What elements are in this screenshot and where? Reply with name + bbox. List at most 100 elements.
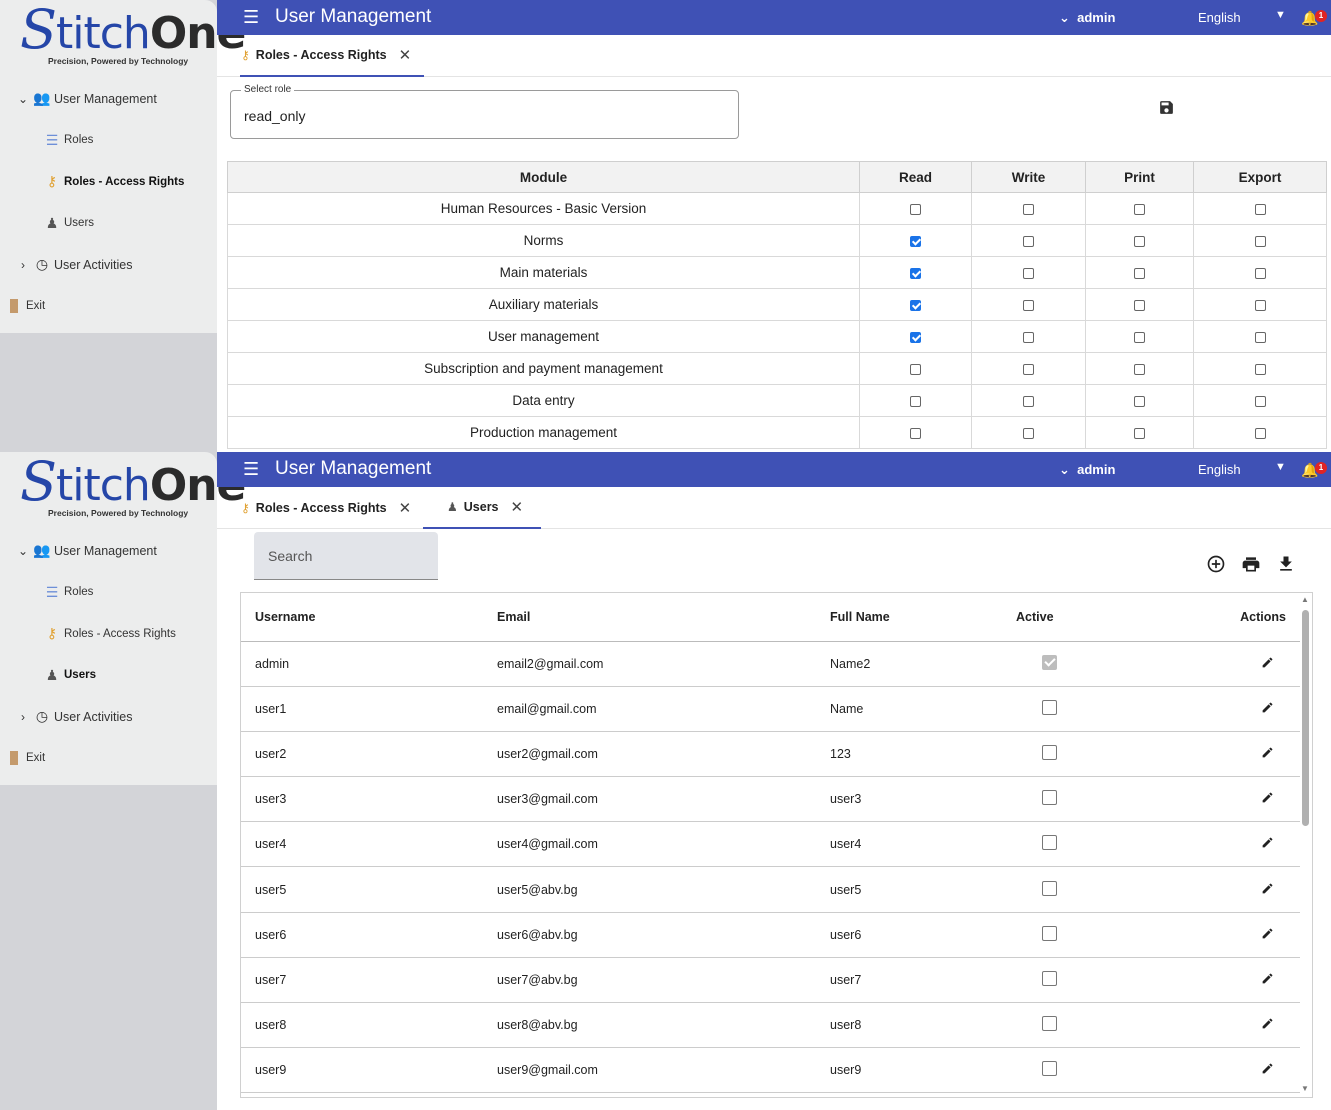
edit-icon[interactable] — [1261, 1017, 1274, 1030]
active-checkbox[interactable] — [1042, 790, 1057, 806]
tab-roles-access-rights[interactable]: ⚷ Roles - Access Rights ✕ — [240, 487, 424, 529]
user-menu[interactable]: ⌄ admin — [1059, 10, 1115, 26]
active-checkbox[interactable] — [1042, 970, 1057, 986]
scroll-down-icon[interactable]: ▼ — [1301, 1084, 1309, 1093]
sidebar-group-user-activities[interactable]: › ◷ User Activities — [0, 244, 217, 286]
print-checkbox[interactable] — [1134, 267, 1145, 279]
export-checkbox[interactable] — [1254, 203, 1266, 215]
read-checkbox[interactable] — [910, 395, 921, 407]
edit-icon[interactable] — [1261, 746, 1274, 759]
sidebar-item-users[interactable]: ♟ Users — [0, 655, 217, 697]
read-checkbox[interactable] — [910, 299, 921, 311]
language-select[interactable]: English — [1198, 10, 1241, 25]
role-select[interactable]: Select role read_only — [230, 84, 739, 139]
edit-icon[interactable] — [1261, 656, 1274, 669]
write-checkbox[interactable] — [1023, 395, 1034, 407]
edit-icon[interactable] — [1261, 882, 1274, 895]
table-row[interactable]: user5 user5@abv.bg user5 — [241, 866, 1300, 913]
read-checkbox[interactable] — [910, 427, 921, 439]
active-checkbox[interactable] — [1042, 654, 1057, 670]
sidebar-item-exit[interactable]: Exit — [0, 286, 217, 328]
write-checkbox[interactable] — [1023, 235, 1034, 247]
edit-icon[interactable] — [1261, 972, 1274, 985]
active-checkbox[interactable] — [1042, 744, 1057, 760]
write-checkbox[interactable] — [1023, 331, 1034, 343]
download-icon[interactable] — [1276, 554, 1296, 574]
table-row[interactable]: user4 user4@gmail.com user4 — [241, 821, 1300, 868]
table-row[interactable]: user6 user6@abv.bg user6 — [241, 912, 1300, 958]
tab-roles-access-rights[interactable]: ⚷ Roles - Access Rights ✕ — [240, 35, 424, 77]
read-checkbox[interactable] — [910, 267, 921, 279]
export-checkbox[interactable] — [1254, 427, 1266, 439]
edit-icon[interactable] — [1261, 927, 1274, 940]
caret-down-icon[interactable]: ▼ — [1275, 461, 1286, 473]
edit-icon[interactable] — [1261, 1062, 1274, 1075]
print-cell — [1085, 288, 1194, 321]
write-checkbox[interactable] — [1023, 427, 1034, 439]
active-checkbox[interactable] — [1042, 880, 1057, 896]
export-checkbox[interactable] — [1254, 331, 1266, 343]
close-icon[interactable]: ✕ — [399, 46, 412, 64]
language-select[interactable]: English — [1198, 462, 1241, 477]
active-checkbox[interactable] — [1042, 835, 1057, 851]
read-checkbox[interactable] — [910, 235, 921, 247]
close-icon[interactable]: ✕ — [399, 499, 412, 517]
export-checkbox[interactable] — [1254, 363, 1266, 375]
print-checkbox[interactable] — [1134, 331, 1145, 343]
write-checkbox[interactable] — [1023, 363, 1034, 375]
print-checkbox[interactable] — [1134, 427, 1145, 439]
table-row[interactable]: user2 user2@gmail.com 123 — [241, 731, 1300, 778]
sidebar-item-roles[interactable]: ☰ Roles — [0, 572, 217, 614]
sidebar-group-user-management[interactable]: ⌄ 👥 User Management — [0, 78, 217, 120]
menu-icon[interactable]: ☰ — [243, 459, 259, 480]
read-checkbox[interactable] — [910, 331, 921, 343]
write-checkbox[interactable] — [1023, 203, 1034, 215]
table-row[interactable]: user3 user3@gmail.com user3 — [241, 776, 1300, 823]
sidebar-item-roles[interactable]: ☰ Roles — [0, 120, 217, 162]
export-checkbox[interactable] — [1254, 267, 1266, 279]
active-checkbox[interactable] — [1042, 925, 1057, 941]
close-icon[interactable]: ✕ — [511, 498, 524, 516]
print-checkbox[interactable] — [1134, 203, 1145, 215]
edit-icon[interactable] — [1261, 836, 1274, 849]
active-checkbox[interactable] — [1042, 699, 1057, 715]
tab-users[interactable]: ♟ Users ✕ — [423, 487, 541, 529]
table-row[interactable]: user8 user8@abv.bg user8 — [241, 1002, 1300, 1049]
sidebar-item-roles-access-rights[interactable]: ⚷ Roles - Access Rights — [0, 161, 217, 203]
sidebar-item-roles-access-rights[interactable]: ⚷ Roles - Access Rights — [0, 613, 217, 655]
print-checkbox[interactable] — [1134, 363, 1145, 375]
caret-down-icon[interactable]: ▼ — [1275, 9, 1286, 21]
edit-icon[interactable] — [1261, 791, 1274, 804]
sidebar-group-user-activities[interactable]: › ◷ User Activities — [0, 696, 217, 738]
edit-icon[interactable] — [1261, 701, 1274, 714]
scrollbar[interactable]: ▲ ▼ — [1298, 592, 1313, 1098]
add-circle-icon[interactable] — [1206, 554, 1226, 574]
print-checkbox[interactable] — [1134, 395, 1145, 407]
search-input[interactable]: Search — [254, 532, 438, 580]
table-row[interactable]: user9 user9@gmail.com user9 — [241, 1047, 1300, 1094]
scrollbar-thumb[interactable] — [1302, 610, 1309, 826]
print-checkbox[interactable] — [1134, 235, 1145, 247]
sidebar-group-user-management[interactable]: ⌄ 👥 User Management — [0, 530, 217, 572]
print-icon[interactable] — [1241, 554, 1261, 574]
table-row[interactable]: user1 email@gmail.com Name — [241, 686, 1300, 732]
table-row[interactable]: user7 user7@abv.bg user7 — [241, 957, 1300, 1004]
sidebar-item-users[interactable]: ♟ Users — [0, 203, 217, 245]
active-checkbox[interactable] — [1042, 1016, 1057, 1032]
sidebar-item-exit[interactable]: Exit — [0, 738, 217, 780]
export-checkbox[interactable] — [1254, 395, 1266, 407]
table-row[interactable]: admin email2@gmail.com Name2 — [241, 641, 1300, 687]
menu-icon[interactable]: ☰ — [243, 7, 259, 28]
read-checkbox[interactable] — [910, 363, 921, 375]
active-checkbox[interactable] — [1042, 1061, 1057, 1077]
write-checkbox[interactable] — [1023, 299, 1034, 311]
write-checkbox[interactable] — [1023, 267, 1034, 279]
key-icon: ⚷ — [46, 173, 58, 190]
export-checkbox[interactable] — [1254, 235, 1266, 247]
save-icon[interactable] — [1158, 99, 1175, 116]
user-menu[interactable]: ⌄ admin — [1059, 462, 1115, 478]
read-checkbox[interactable] — [910, 203, 921, 215]
scroll-up-icon[interactable]: ▲ — [1301, 595, 1309, 604]
export-checkbox[interactable] — [1254, 299, 1266, 311]
print-checkbox[interactable] — [1134, 299, 1145, 311]
